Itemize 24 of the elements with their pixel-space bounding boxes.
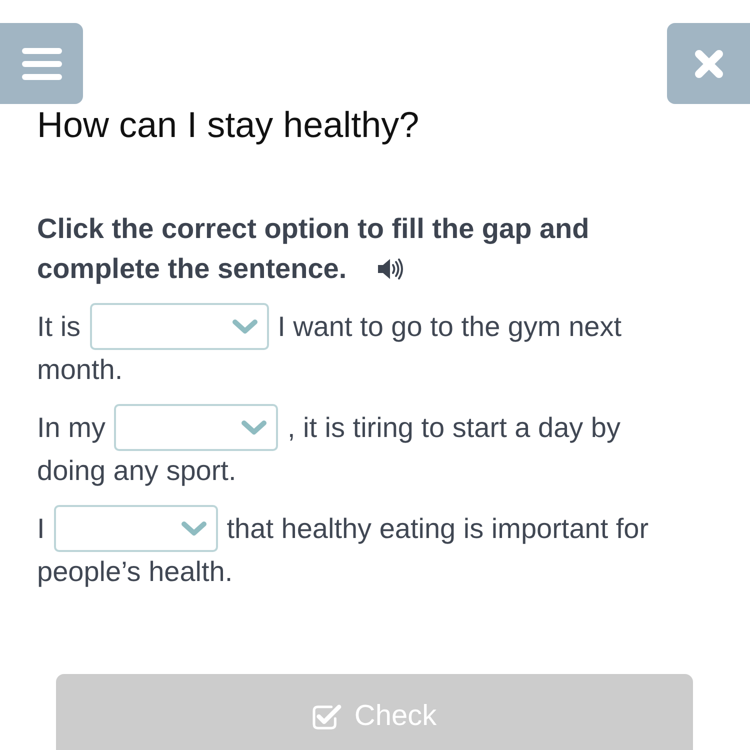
chevron-down-icon — [232, 319, 258, 334]
dropdown-field[interactable] — [54, 505, 218, 552]
sentence-text: people’s health. — [37, 555, 233, 589]
sentence-text: I — [37, 512, 45, 546]
dropdown-field[interactable] — [90, 303, 269, 350]
sentence-text: , it is tiring to start a day by — [287, 410, 620, 445]
menu-icon — [22, 48, 62, 80]
chevron-down-icon — [180, 521, 207, 536]
sentence-text: I want to go to the gym next — [278, 310, 622, 344]
sentence-text: It is — [37, 310, 81, 344]
dropdown-field[interactable] — [114, 404, 278, 451]
sentence-text: that healthy eating is important for — [226, 512, 649, 546]
instruction-text: complete the sentence. — [37, 252, 347, 286]
page-title: How can I stay healthy? — [37, 106, 420, 144]
checkbox-checked-icon — [312, 704, 342, 730]
close-icon — [694, 48, 724, 78]
speaker-icon[interactable] — [376, 258, 404, 280]
close-button[interactable] — [667, 23, 750, 104]
instruction-text: Click the correct option to fill the gap and — [37, 212, 590, 246]
chevron-down-icon — [241, 420, 268, 435]
menu-button[interactable] — [0, 23, 83, 104]
sentence-text: doing any sport. — [37, 454, 236, 488]
sentence-text: In my — [37, 410, 106, 445]
sentence-text: month. — [37, 353, 123, 387]
